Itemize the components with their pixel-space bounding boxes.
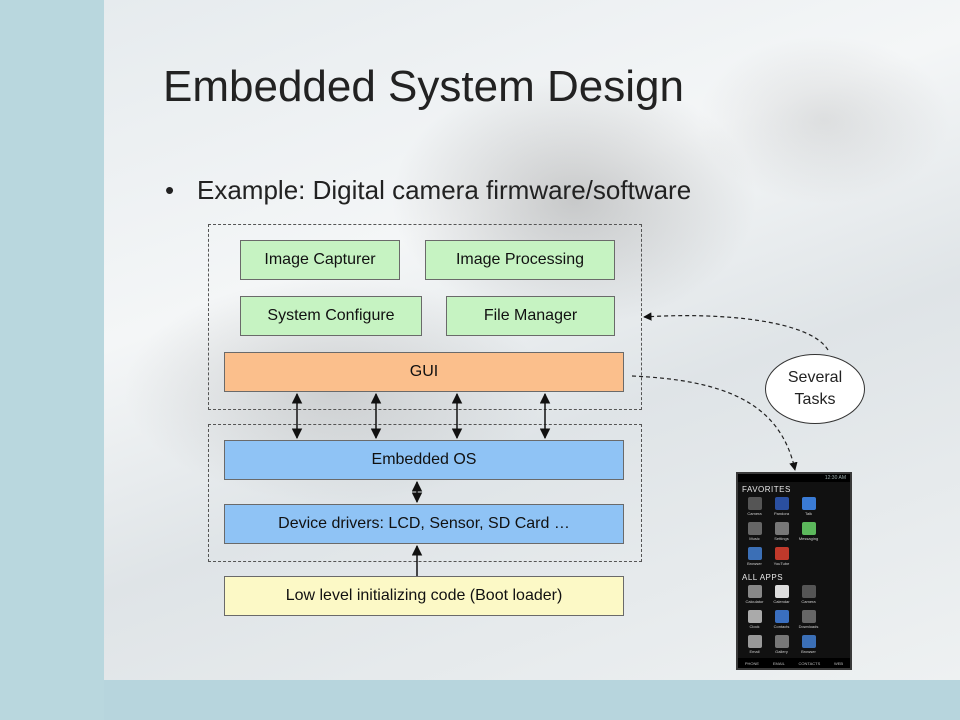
phone-app-label: Clock [749,624,760,629]
phone-status-bar: 12:30 AM [738,474,850,482]
talk-icon [801,497,816,510]
browser-icon [801,635,816,648]
phone-app-settings: Settings [768,520,795,545]
phone-app-talk: Talk [795,495,822,520]
phone-screenshot: 12:30 AM FAVORITES Camera Pandora Talk Musi… [736,472,852,670]
phone-app-browser: Browser [795,633,822,658]
several-tasks-bubble: Several Tasks [765,354,865,424]
tasks-label: Tasks [794,391,836,408]
email-icon [747,635,762,648]
pandora-icon [774,497,789,510]
phone-app-youtube: YouTube [768,545,795,570]
phone-app-camera: Camera [741,495,768,520]
phone-app-music: Music [741,520,768,545]
phone-app-label: Email [749,649,760,654]
phone-app-calculator: Calculator [741,583,768,608]
settings-icon [774,522,789,535]
browser-icon [747,547,762,560]
phone-app-messaging: Messaging [795,520,822,545]
favorites-grid: Camera Pandora Talk Music Settings Messaging B… [738,495,850,570]
phone-app-calendar: Calendar [768,583,795,608]
phone-app-label: YouTube [773,561,790,566]
phone-app-label: Camera [747,511,762,516]
phone-app-camera: Camera [795,583,822,608]
phone-app-downloads: Downloads [795,608,822,633]
favorites-label: FAVORITES [742,485,791,494]
dock-item: WEB [833,660,844,666]
several-label: Several [787,369,843,386]
phone-dock: PHONE EMAIL CONTACTS WEB [738,658,850,668]
youtube-icon [774,547,789,560]
calculator-icon [747,585,762,598]
messaging-icon [801,522,816,535]
phone-app-label: Calculator [745,599,764,604]
calendar-icon [774,585,789,598]
gallery-icon [774,635,789,648]
phone-app-label: Browser [801,649,816,654]
phone-app-label: Browser [747,561,762,566]
camera-icon [747,497,762,510]
phone-app-label: Contacts [773,624,790,629]
phone-app-gallery: Gallery [768,633,795,658]
camera-icon [801,585,816,598]
phone-app-label: Pandora [773,511,790,516]
phone-app-clock: Clock [741,608,768,633]
all-apps-label: ALL APPS [742,573,784,582]
phone-app-label: Camera [801,599,816,604]
phone-app-email: Email [741,633,768,658]
dock-item: PHONE [744,660,760,666]
tasks-to-app-group-arrow [643,312,829,351]
phone-app-pandora: Pandora [768,495,795,520]
phone-app-contacts: Contacts [768,608,795,633]
contacts-icon [774,610,789,623]
phone-app-label: Talk [804,511,813,516]
phone-app-label: Downloads [798,624,819,629]
dock-item: CONTACTS [798,660,821,666]
dock-item: EMAIL [772,660,785,666]
music-icon [747,522,762,535]
apps-grid: Calculator Calendar Camera Clock Contacts Dow… [738,583,850,668]
clock-icon [747,610,762,623]
phone-app-browser: Browser [741,545,768,570]
downloads-icon [801,610,816,623]
phone-app-label: Settings [774,536,789,541]
phone-app-label: Gallery [775,649,788,654]
phone-app-label: Calendar [773,599,790,604]
phone-app-label: Music [749,536,760,541]
phone-app-label: Messaging [798,536,819,541]
